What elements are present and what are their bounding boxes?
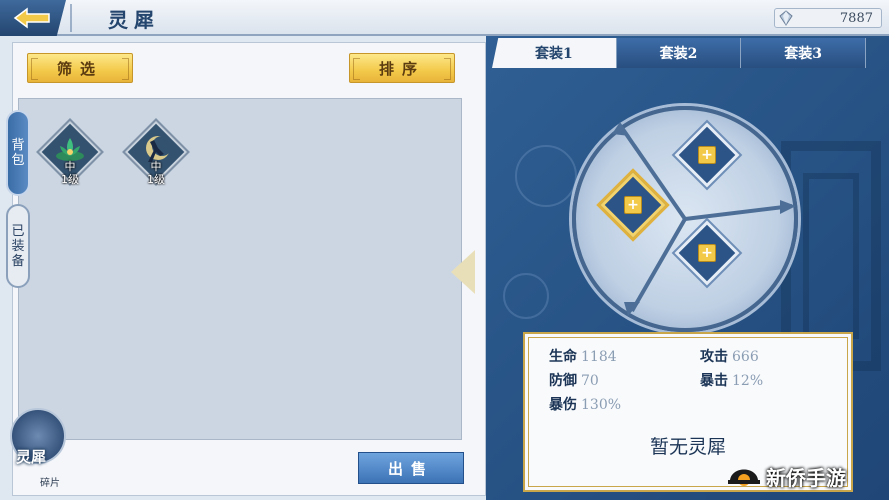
tab-backpack[interactable]: 背 包	[6, 110, 30, 196]
stat-value: 70	[581, 373, 599, 389]
fragment-label: 灵犀	[16, 448, 47, 466]
inventory-item[interactable]: 中 1级	[124, 120, 188, 186]
sort-button[interactable]: 排序	[349, 53, 455, 83]
stat-value: 12%	[732, 373, 764, 389]
watermark: 新侨手游	[726, 456, 889, 496]
tab-equipped-label: 已 装 备	[11, 223, 25, 269]
stat-crit: 暴击 12%	[700, 370, 763, 390]
tab-equipped[interactable]: 已 装 备	[6, 204, 30, 288]
stat-defense: 防御 70	[549, 370, 599, 390]
stat-value: 1184	[581, 349, 617, 365]
stat-label: 暴击	[700, 373, 728, 389]
stat-attack: 攻击 666	[700, 346, 759, 366]
sell-button[interactable]: 出售	[358, 452, 464, 484]
stat-label: 攻击	[700, 349, 728, 365]
watermark-text: 新侨手游	[766, 465, 846, 490]
stat-value: 666	[732, 349, 759, 365]
stat-value: 130%	[581, 397, 622, 413]
fragment-button[interactable]: 灵犀 碎片	[8, 408, 72, 492]
plus-icon: +	[698, 244, 716, 262]
back-button[interactable]	[0, 0, 66, 36]
watermark-logo-icon	[728, 469, 760, 486]
plus-icon: +	[698, 146, 716, 164]
gem-icon	[779, 10, 793, 26]
equip-slot[interactable]: +	[672, 218, 742, 288]
page-title: 灵犀	[108, 8, 160, 32]
back-arrow-icon	[13, 7, 50, 29]
tab-set-3[interactable]: 套装3	[741, 38, 867, 68]
title-decoration	[70, 4, 104, 32]
filter-button[interactable]: 筛选	[27, 53, 133, 83]
stat-label: 暴伤	[549, 397, 577, 413]
tab-backpack-label: 背 包	[11, 138, 25, 168]
equip-slot[interactable]: +	[672, 120, 742, 190]
item-level: 1级	[61, 173, 79, 186]
tab-set-1[interactable]: 套装1	[492, 38, 617, 68]
fragment-sublabel: 碎片	[40, 478, 60, 489]
tab-set-2[interactable]: 套装2	[616, 38, 742, 68]
stat-hp: 生命 1184	[549, 346, 617, 366]
set-tabs: 套装1 套装2 套装3	[492, 38, 867, 68]
item-level: 1级	[147, 173, 165, 186]
stat-label: 防御	[549, 373, 577, 389]
stat-crit-damage: 暴伤 130%	[549, 394, 621, 414]
inventory-item[interactable]: 中 1级	[38, 120, 102, 186]
plus-icon: +	[624, 196, 642, 214]
stat-label: 生命	[549, 349, 577, 365]
empty-message: 暂无灵犀	[649, 436, 726, 458]
equip-slot-selected[interactable]: +	[598, 170, 668, 240]
currency-display: 7887	[774, 8, 882, 28]
currency-value: 7887	[839, 10, 873, 26]
